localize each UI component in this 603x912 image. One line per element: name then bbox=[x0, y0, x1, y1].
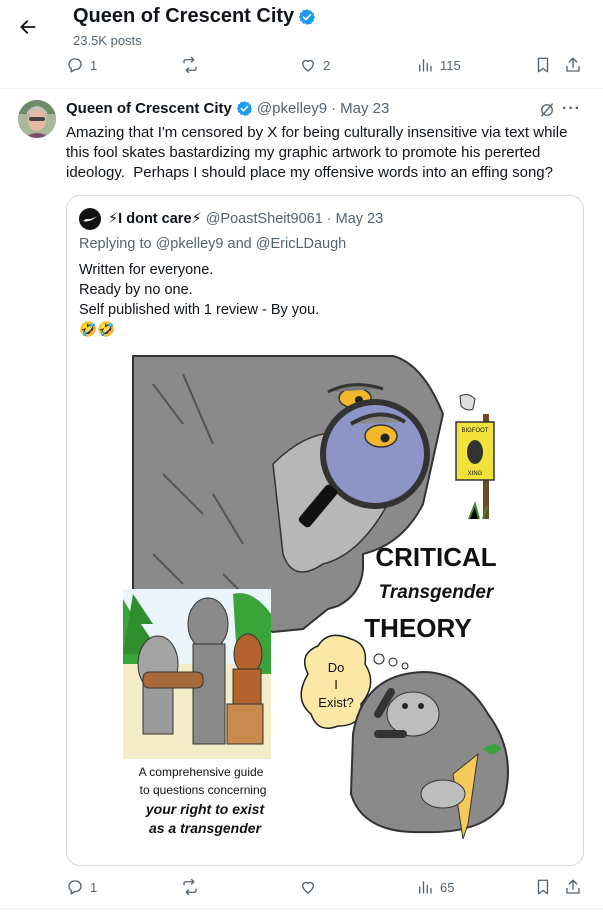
bookmark-icon bbox=[534, 56, 552, 74]
reply-button[interactable]: 1 bbox=[66, 56, 97, 74]
views-count: 115 bbox=[440, 57, 461, 73]
sign-top-text: BIGFOOT bbox=[462, 428, 489, 434]
top-bar: Queen of Crescent City 23.5K posts bbox=[0, 0, 603, 58]
book-cover-image[interactable]: BIGFOOT XING CRITICAL Transgender THEORY bbox=[118, 354, 523, 859]
reply-user-link[interactable]: @pkelley9 bbox=[156, 236, 224, 252]
quoted-author-handle: @PoastSheit9061 bbox=[205, 211, 323, 227]
avatar[interactable] bbox=[18, 100, 56, 138]
thinking-bigfoot-illustration bbox=[349, 670, 509, 840]
caption-line3: your right to exist bbox=[145, 801, 266, 817]
views-icon bbox=[416, 878, 434, 896]
views-icon bbox=[416, 56, 434, 74]
like-count: 2 bbox=[323, 57, 331, 73]
share-button[interactable] bbox=[564, 878, 582, 896]
views-count: 65 bbox=[440, 879, 455, 895]
bookmark-button[interactable] bbox=[534, 878, 552, 896]
bubble-line1: Do bbox=[328, 660, 345, 675]
reply-button[interactable]: 1 bbox=[66, 878, 97, 896]
heart-icon bbox=[299, 56, 317, 74]
bubble-line2: I bbox=[334, 677, 338, 692]
repost-button[interactable] bbox=[181, 56, 205, 74]
quoted-author-line: ⚡I dont care⚡ @PoastSheit9061 · May 23 bbox=[79, 208, 383, 230]
verified-badge-icon bbox=[236, 100, 253, 117]
quoted-post[interactable]: ⚡I dont care⚡ @PoastSheit9061 · May 23 R… bbox=[66, 195, 584, 866]
repost-button[interactable] bbox=[181, 878, 205, 896]
more-options-icon[interactable]: ··· bbox=[562, 100, 584, 120]
repost-icon bbox=[181, 878, 199, 896]
caption-line4: as a transgender bbox=[149, 820, 263, 836]
verified-badge-icon bbox=[298, 8, 316, 26]
post-author-line: Queen of Crescent City @pkelley9 · May 2… bbox=[66, 100, 389, 117]
forest-scene-illustration bbox=[118, 589, 271, 759]
bubble-line3: Exist? bbox=[318, 695, 353, 710]
quoted-post-text: Written for everyone. Ready by no one. S… bbox=[79, 262, 320, 338]
replying-prefix: Replying to bbox=[79, 236, 156, 252]
bigfoot-crossing-sign: BIGFOOT XING bbox=[455, 394, 495, 520]
reply-icon bbox=[66, 878, 84, 896]
post-date[interactable]: May 23 bbox=[340, 100, 389, 117]
profile-name: Queen of Crescent City bbox=[73, 5, 295, 27]
book-title-line1: CRITICAL bbox=[375, 542, 496, 572]
bookmark-icon bbox=[534, 878, 552, 896]
sign-bottom-text: XING bbox=[468, 471, 483, 477]
previous-post-actions: 1 2 115 bbox=[0, 56, 603, 76]
reply-user-link[interactable]: @EricLDaugh bbox=[256, 236, 346, 252]
back-arrow-icon[interactable] bbox=[14, 13, 42, 41]
quoted-avatar[interactable] bbox=[79, 208, 101, 230]
quoted-post-date: May 23 bbox=[335, 211, 384, 227]
reply-count: 1 bbox=[90, 879, 98, 895]
share-icon bbox=[564, 56, 582, 74]
separator-dot: · bbox=[331, 100, 337, 117]
quoted-author-name: ⚡I dont care⚡ bbox=[108, 211, 202, 227]
like-button[interactable]: 2 bbox=[299, 56, 330, 74]
views-button[interactable]: 65 bbox=[416, 878, 454, 896]
profile-title: Queen of Crescent City bbox=[73, 5, 316, 28]
heart-icon bbox=[299, 878, 317, 896]
caption-line1: A comprehensive guide bbox=[139, 765, 264, 779]
caption-line2: to questions concerning bbox=[140, 783, 267, 797]
reply-icon bbox=[66, 56, 84, 74]
post-text: Amazing that I'm censored by X for being… bbox=[66, 124, 572, 181]
share-button[interactable] bbox=[564, 56, 582, 74]
author-name[interactable]: Queen of Crescent City bbox=[66, 100, 232, 117]
reply-count: 1 bbox=[90, 57, 98, 73]
post-count: 23.5K posts bbox=[73, 33, 142, 48]
repost-icon bbox=[181, 56, 199, 74]
divider bbox=[0, 88, 603, 89]
book-title-line2: Transgender bbox=[379, 582, 495, 603]
divider bbox=[0, 908, 603, 909]
like-button[interactable] bbox=[299, 878, 323, 896]
views-button[interactable]: 115 bbox=[416, 56, 461, 74]
book-title-line3: THEORY bbox=[364, 613, 471, 643]
reply-and: and bbox=[223, 236, 256, 252]
post-actions: 1 65 bbox=[0, 878, 603, 898]
replying-to-line: Replying to @pkelley9 and @EricLDaugh bbox=[79, 236, 346, 252]
separator-dot: · bbox=[326, 211, 332, 227]
bookmark-button[interactable] bbox=[534, 56, 552, 74]
author-handle[interactable]: @pkelley9 bbox=[257, 100, 327, 117]
share-icon bbox=[564, 878, 582, 896]
grok-icon[interactable] bbox=[537, 100, 557, 120]
